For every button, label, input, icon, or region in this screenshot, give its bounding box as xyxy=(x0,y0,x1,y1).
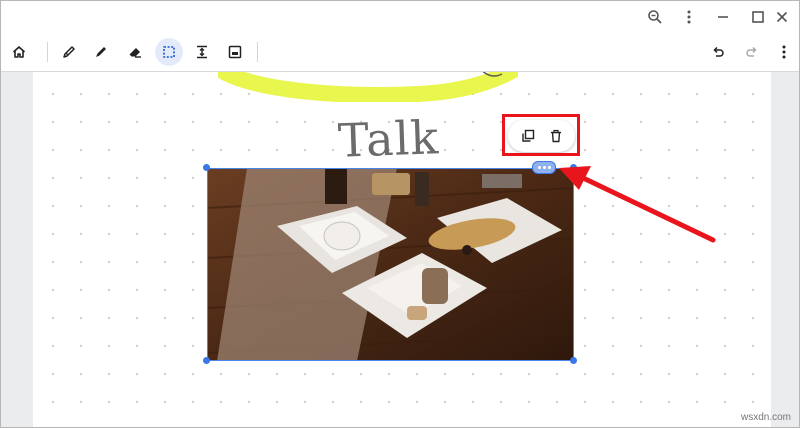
dot-icon xyxy=(542,166,546,169)
dot-icon xyxy=(537,166,541,169)
more-options-button[interactable] xyxy=(770,38,798,66)
title-bar xyxy=(1,1,799,33)
maximize-icon xyxy=(752,11,764,23)
eraser-icon xyxy=(129,48,141,58)
redo-icon xyxy=(746,46,757,57)
home-icon xyxy=(12,46,26,58)
redo-button[interactable] xyxy=(738,38,766,66)
window-menu-button[interactable] xyxy=(679,7,699,27)
image-icon xyxy=(228,45,242,59)
watermark: wsxdn.com xyxy=(740,412,791,423)
resize-handle-top-left[interactable] xyxy=(203,164,210,171)
select-tool-button[interactable] xyxy=(155,38,183,66)
resize-handle-bottom-left[interactable] xyxy=(203,357,210,364)
undo-button[interactable] xyxy=(704,38,732,66)
toolbar xyxy=(1,33,799,72)
close-icon xyxy=(776,11,788,23)
app-window: Talk wsxdn.com xyxy=(0,0,800,428)
undo-icon xyxy=(713,46,724,57)
spacing-icon xyxy=(197,45,207,59)
maximize-button[interactable] xyxy=(748,7,768,27)
red-arrow xyxy=(559,166,716,243)
selected-image[interactable] xyxy=(203,164,577,364)
marker-icon xyxy=(96,47,106,57)
canvas-page[interactable]: Talk xyxy=(33,72,771,427)
minimize-button[interactable] xyxy=(713,7,733,27)
more-vert-icon xyxy=(687,10,691,24)
insert-image-button[interactable] xyxy=(221,38,249,66)
pen-icon xyxy=(63,46,75,58)
marker-tool-button[interactable] xyxy=(87,38,115,66)
handwritten-text[interactable]: Talk xyxy=(337,110,440,167)
add-space-button[interactable] xyxy=(188,38,216,66)
more-vert-icon xyxy=(782,45,786,59)
home-button[interactable] xyxy=(5,38,33,66)
zoom-button[interactable] xyxy=(645,7,665,27)
toolbar-divider xyxy=(257,42,258,62)
zoom-icon xyxy=(648,10,662,24)
resize-handle-bottom-right[interactable] xyxy=(570,357,577,364)
close-button[interactable] xyxy=(772,7,792,27)
canvas-area[interactable]: Talk wsxdn.com xyxy=(1,72,799,427)
select-icon xyxy=(163,46,175,58)
selection-outline xyxy=(207,168,574,361)
highlighter-stroke[interactable] xyxy=(218,72,518,102)
red-callout-box xyxy=(502,114,580,156)
pen-tool-button[interactable] xyxy=(55,38,83,66)
eraser-tool-button[interactable] xyxy=(121,38,149,66)
toolbar-divider xyxy=(47,42,48,62)
minimize-icon xyxy=(718,16,728,18)
